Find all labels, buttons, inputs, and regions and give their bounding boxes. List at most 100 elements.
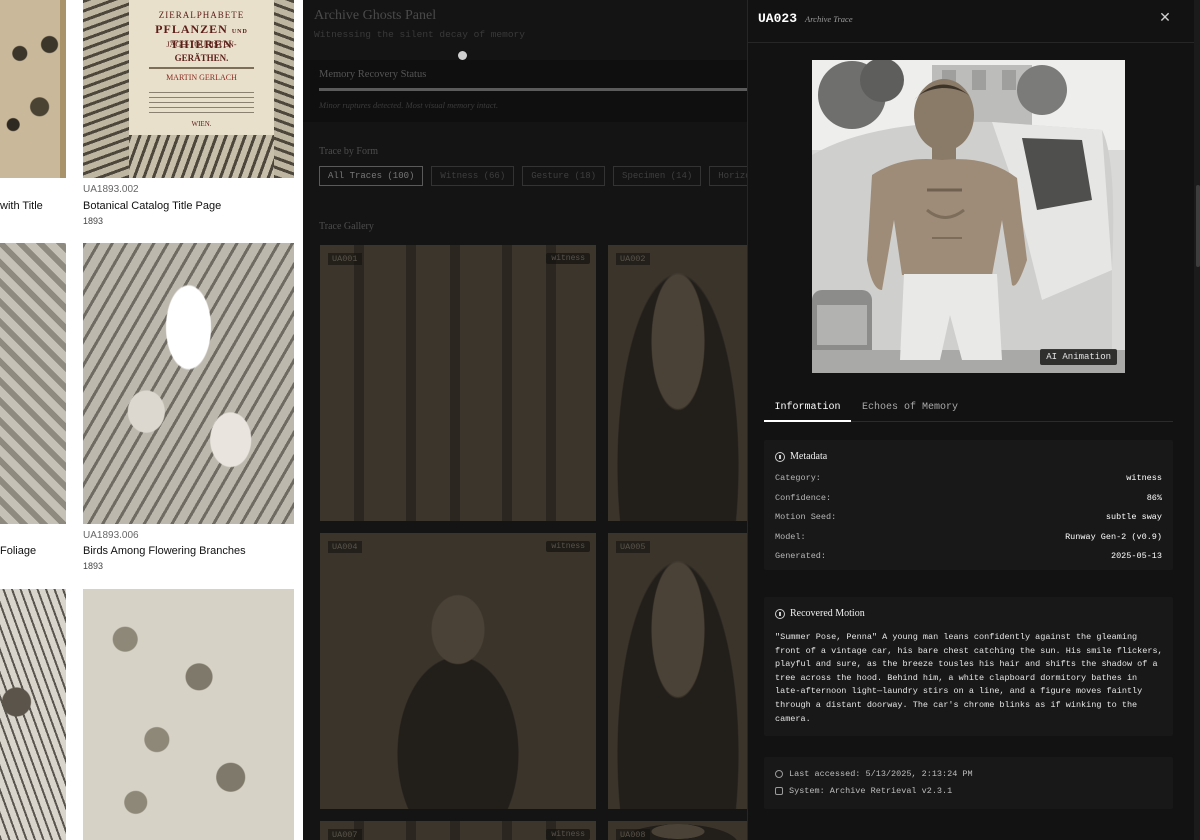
catalog-image-ornament[interactable]	[0, 0, 66, 178]
trace-photo[interactable]: AI Animation	[812, 60, 1125, 373]
tile-badge: witness	[546, 253, 590, 264]
gallery-tile[interactable]: UA007 witness	[320, 821, 596, 840]
catalog-item-id: UA1893.002	[83, 184, 139, 195]
tile-id: UA001	[328, 253, 362, 265]
last-accessed: Last accessed: 5/13/2025, 2:13:24 PM	[789, 769, 973, 779]
catalog-item-title[interactable]: Birds Among Flowering Branches	[83, 545, 246, 557]
panel-title: Archive Ghosts Panel	[314, 8, 437, 23]
metadata-row: Confidence: 86%	[775, 493, 1162, 503]
metadata-value: Runway Gen-2 (v0.9)	[1065, 532, 1162, 542]
gallery-tile[interactable]: UA002	[608, 245, 747, 521]
archive-ghosts-panel: Archive Ghosts Panel Witnessing the sile…	[303, 0, 747, 840]
memory-status-note: Minor ruptures detected. Most visual mem…	[319, 100, 499, 110]
filter-gesture[interactable]: Gesture (18)	[522, 166, 606, 186]
catalog-image-pine[interactable]	[0, 589, 66, 840]
catalog-item-title[interactable]: with Title	[0, 200, 43, 212]
close-icon[interactable]: ✕	[1156, 9, 1174, 27]
drawer-header: UA023 Archive Trace ✕	[748, 0, 1200, 43]
motion-description: "Summer Pose, Penna" A young man leans c…	[775, 632, 1163, 724]
catalog-item-id: UA1893.006	[83, 530, 139, 541]
catalog-column: ZIERALPHABETE PFLANZEN UND THIEREN JAGO-…	[0, 0, 303, 840]
gallery-tile[interactable]: UA001 witness	[320, 245, 596, 521]
book-line: MARTIN GERLACH	[166, 73, 237, 82]
book-line: JAGO-TOURISTEN-	[166, 40, 237, 49]
filter-pills: All Traces (100) Witness (66) Gesture (1…	[319, 166, 747, 186]
metadata-title: Metadata	[790, 451, 828, 462]
vine-border	[274, 0, 294, 178]
info-icon	[775, 451, 785, 462]
drawer-scroll-thumb[interactable]	[1196, 185, 1200, 267]
metadata-heading: Metadata	[775, 451, 827, 462]
metadata-value: witness	[1126, 473, 1162, 483]
tile-badge: witness	[546, 829, 590, 840]
drawer-scrollbar[interactable]	[1194, 0, 1200, 840]
detail-tabs: Information Echoes of Memory	[764, 397, 1173, 422]
database-icon	[775, 787, 783, 795]
tile-id: UA005	[616, 541, 650, 553]
metadata-value: subtle sway	[1105, 512, 1162, 522]
clock-icon	[775, 770, 783, 778]
filter-section-title: Trace by Form	[319, 146, 379, 157]
metadata-row: Generated: 2025-05-13	[775, 551, 1162, 561]
book-line: WIEN.	[191, 120, 212, 128]
photo-illustration	[812, 60, 1125, 373]
slider-handle[interactable]	[458, 51, 467, 60]
catalog-image-apples[interactable]	[83, 589, 294, 840]
memory-progress-bar	[319, 88, 747, 91]
metadata-key: Model:	[775, 532, 806, 542]
gallery-tile[interactable]: UA005	[608, 533, 747, 809]
metadata-row: Model: Runway Gen-2 (v0.9)	[775, 532, 1162, 542]
vine-border	[83, 0, 129, 178]
system-row: System: Archive Retrieval v2.3.1	[775, 786, 952, 796]
book-line: GERÄTHEN.	[174, 53, 229, 63]
tile-id: UA008	[616, 829, 650, 840]
gallery-tile[interactable]: UA004 witness	[320, 533, 596, 809]
access-footer: Last accessed: 5/13/2025, 2:13:24 PM Sys…	[764, 757, 1173, 809]
metadata-key: Confidence:	[775, 493, 832, 503]
filter-witness[interactable]: Witness (66)	[431, 166, 515, 186]
metadata-row: Motion Seed: subtle sway	[775, 512, 1162, 522]
info-icon	[775, 608, 785, 619]
gallery-tile[interactable]: UA008	[608, 821, 747, 840]
catalog-item-title[interactable]: Foliage	[0, 545, 36, 557]
trace-detail-drawer: UA023 Archive Trace ✕ AI Animation Infor…	[747, 0, 1200, 840]
catalog-item-year: 1893	[83, 216, 104, 226]
motion-heading: Recovered Motion	[775, 608, 865, 619]
book-fineprint	[149, 92, 254, 114]
vine-border	[129, 135, 274, 178]
tile-id: UA002	[616, 253, 650, 265]
catalog-item-title[interactable]: Botanical Catalog Title Page	[83, 200, 221, 212]
metadata-row: Category: witness	[775, 473, 1162, 483]
memory-progress-fill	[319, 88, 747, 91]
last-accessed-row: Last accessed: 5/13/2025, 2:13:24 PM	[775, 769, 973, 779]
book-line: ZIERALPHABETE	[158, 10, 245, 20]
tile-id: UA007	[328, 829, 362, 840]
motion-title: Recovered Motion	[790, 608, 865, 619]
catalog-image-title-page[interactable]: ZIERALPHABETE PFLANZEN UND THIEREN JAGO-…	[83, 0, 294, 178]
metadata-key: Generated:	[775, 551, 827, 561]
ai-animation-badge: AI Animation	[1040, 349, 1117, 365]
trace-id: UA023	[758, 11, 798, 26]
recovered-motion-card: Recovered Motion "Summer Pose, Penna" A …	[764, 597, 1173, 736]
metadata-card: Metadata Category: witness Confidence: 8…	[764, 440, 1173, 570]
metadata-key: Motion Seed:	[775, 512, 837, 522]
tile-badge: witness	[546, 541, 590, 552]
gallery-title: Trace Gallery	[319, 221, 374, 232]
memory-status-title: Memory Recovery Status	[319, 69, 427, 80]
tab-information[interactable]: Information	[764, 397, 851, 422]
metadata-key: Category:	[775, 473, 821, 483]
filter-all[interactable]: All Traces (100)	[319, 166, 424, 186]
tile-id: UA004	[328, 541, 362, 553]
tab-echoes-of-memory[interactable]: Echoes of Memory	[862, 397, 958, 422]
catalog-image-foliage[interactable]	[0, 243, 66, 524]
system-version: System: Archive Retrieval v2.3.1	[789, 786, 953, 796]
panel-subtitle: Witnessing the silent decay of memory	[314, 29, 525, 40]
book-rule	[149, 67, 254, 69]
metadata-value: 86%	[1146, 493, 1162, 503]
catalog-image-birds[interactable]	[83, 243, 294, 524]
filter-horizon[interactable]: Horizon (10)	[709, 166, 747, 186]
catalog-item-year: 1893	[83, 561, 104, 571]
trace-kind: Archive Trace	[805, 14, 853, 24]
filter-specimen[interactable]: Specimen (14)	[613, 166, 702, 186]
metadata-value: 2025-05-13	[1110, 551, 1162, 561]
